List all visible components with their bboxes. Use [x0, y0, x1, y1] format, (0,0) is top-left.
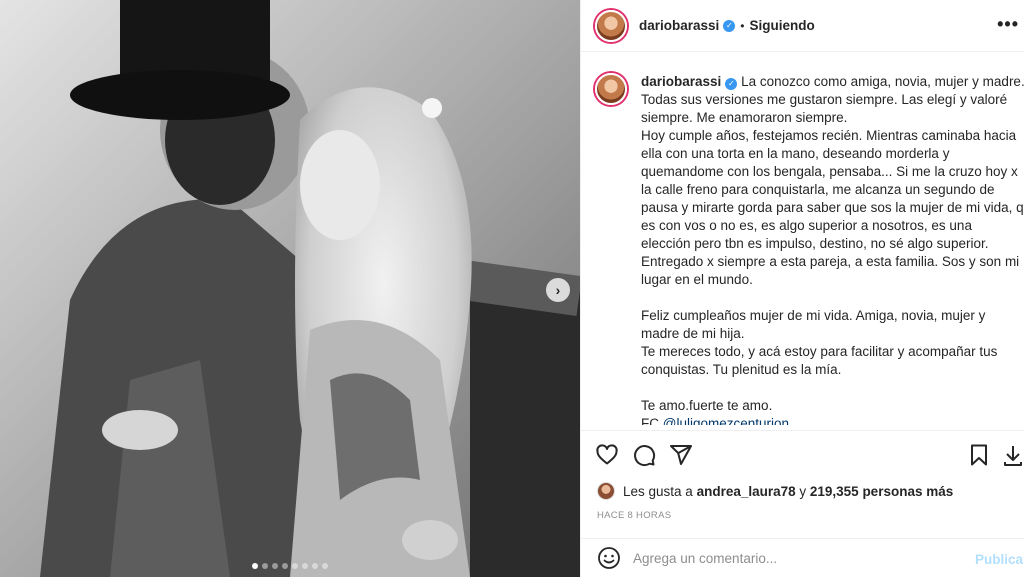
caption-body: La conozco como amiga, novia, mujer y ma…	[641, 74, 1024, 425]
comment-box: Publicar	[581, 538, 1024, 577]
carousel-dot	[282, 563, 288, 569]
likes-user-link[interactable]: andrea_laura78	[697, 484, 796, 499]
bookmark-icon[interactable]	[967, 443, 991, 467]
caption-scroll[interactable]: dariobarassi ✓ La conozco como amiga, nov…	[581, 53, 1024, 425]
caption-row: dariobarassi ✓ La conozco como amiga, nov…	[595, 73, 1024, 425]
caption-username[interactable]: dariobarassi	[641, 74, 721, 89]
more-horizontal-icon[interactable]: •••	[997, 14, 1019, 35]
likes-count[interactable]: 219,355 personas más	[810, 484, 953, 499]
caption-text: dariobarassi ✓ La conozco como amiga, nov…	[641, 73, 1024, 425]
emoji-icon[interactable]	[597, 546, 621, 570]
publish-button[interactable]: Publicar	[975, 552, 1024, 567]
carousel-dot	[312, 563, 318, 569]
carousel-dot	[322, 563, 328, 569]
carousel-dot	[302, 563, 308, 569]
liker-avatar[interactable]	[597, 482, 615, 500]
next-photo-button[interactable]: ›	[546, 278, 570, 302]
caption-avatar[interactable]	[595, 73, 627, 105]
post-photo[interactable]: ›	[0, 0, 580, 577]
caption-mention-link[interactable]: @luligomezcenturion	[663, 416, 789, 425]
chevron-right-icon: ›	[555, 282, 561, 298]
action-bar	[581, 430, 1024, 474]
header-username[interactable]: dariobarassi	[639, 18, 719, 33]
comment-input[interactable]	[633, 550, 953, 566]
carousel-dot	[252, 563, 258, 569]
comment-icon[interactable]	[632, 443, 656, 467]
share-icon[interactable]	[669, 443, 693, 467]
carousel-dot	[292, 563, 298, 569]
post-side-panel: dariobarassi ✓ • Siguiendo ••• dariobara…	[580, 0, 1024, 577]
carousel-dot	[272, 563, 278, 569]
likes-middle: y	[795, 483, 810, 499]
carousel-dots	[0, 563, 580, 569]
verified-badge-icon: ✓	[723, 19, 736, 32]
verified-badge-icon: ✓	[725, 78, 738, 90]
couple-photo-illustration	[0, 0, 580, 577]
likes-prefix: Les gusta a	[623, 483, 697, 499]
post-header: dariobarassi ✓ • Siguiendo •••	[581, 0, 1024, 52]
follow-status-button[interactable]: Siguiendo	[750, 18, 815, 33]
download-icon[interactable]	[1001, 443, 1024, 467]
header-separator: •	[740, 18, 745, 33]
post-timestamp[interactable]: HACE 8 HORAS	[597, 510, 671, 521]
carousel-dot	[262, 563, 268, 569]
heart-icon[interactable]	[595, 443, 619, 467]
likes-summary[interactable]: Les gusta a andrea_laura78 y 219,355 per…	[597, 482, 953, 500]
avatar[interactable]	[595, 9, 627, 42]
